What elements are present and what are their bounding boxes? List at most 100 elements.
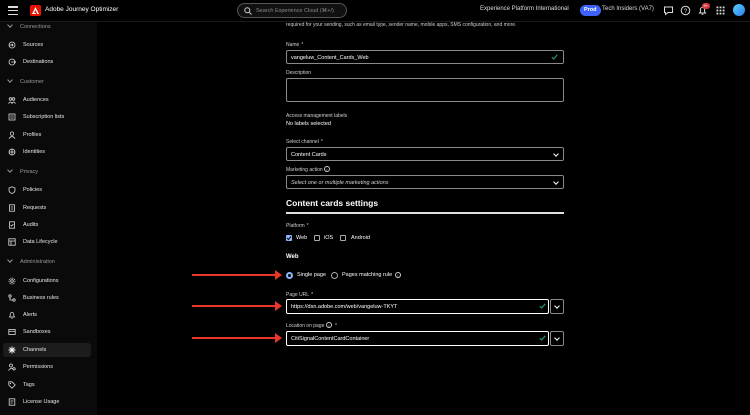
sidebar-item-data-lifecycle[interactable]: Data Lifecycle (3, 235, 91, 249)
single-page-radio[interactable] (286, 272, 293, 279)
sidebar-item-business-rules[interactable]: Business rules (3, 291, 91, 305)
page-url-label: Page URL * (286, 292, 314, 298)
platform-web-checkbox[interactable] (286, 235, 292, 241)
app-title[interactable]: Adobe Journey Optimizer (45, 6, 118, 13)
web-heading: Web (286, 254, 299, 260)
alert-bell-icon (8, 312, 16, 319)
sidebar-item-channels[interactable]: Channels (3, 343, 91, 357)
page-url-field[interactable]: https://dsn.adobe.com/web/vangeluw-TKYT (286, 299, 549, 314)
annotation-arrow (192, 333, 282, 343)
business-rules-icon (8, 294, 16, 302)
license-usage-icon (8, 398, 16, 406)
sidebar-item-sources[interactable]: Sources (3, 38, 91, 52)
pages-matching-rule-radio[interactable] (331, 272, 338, 279)
sidebar-item-identities[interactable]: Identities (3, 145, 91, 159)
audiences-icon (8, 97, 16, 104)
valid-check-icon (551, 54, 558, 60)
page-url-value: https://dsn.adobe.com/web/vangeluw-TKYT (291, 303, 398, 310)
single-page-label: Single page (297, 272, 327, 278)
requests-icon (9, 204, 15, 212)
platform-ios-checkbox[interactable] (314, 235, 320, 241)
sidebar-item-audiences[interactable]: Audiences (3, 93, 91, 107)
sidebar-item-destinations[interactable]: Destinations (3, 55, 91, 69)
access-labels-value: No labels selected (286, 121, 331, 127)
name-value: vangeluw_Content_Cards_Web (291, 54, 369, 61)
valid-check-icon (539, 303, 546, 309)
pages-matching-rule-label: Pages matching rule (342, 272, 393, 278)
sidebar-section-connections[interactable]: Connections (7, 21, 51, 30)
intro-text: required for your sending, such as email… (286, 22, 517, 28)
description-label: Description (286, 70, 312, 76)
sources-icon (8, 41, 16, 49)
info-icon[interactable]: i (395, 272, 401, 278)
annotation-arrow (192, 270, 282, 280)
sidebar-section-customer[interactable]: Customer (7, 76, 44, 85)
top-bar: Adobe Journey Optimizer Search Experienc… (0, 0, 750, 22)
location-dropdown-button[interactable] (550, 331, 564, 346)
sidebar-item-sandboxes[interactable]: Sandboxes (3, 325, 91, 339)
chevron-down-icon (7, 256, 13, 263)
sidebar-section-administration[interactable]: Administration (7, 256, 55, 265)
sidebar-item-configurations[interactable]: Configurations (3, 274, 91, 288)
permissions-icon (8, 363, 16, 371)
name-field[interactable]: vangeluw_Content_Cards_Web (286, 50, 564, 64)
sidebar-item-audits[interactable]: Audits (3, 218, 91, 232)
description-field[interactable] (286, 78, 564, 102)
platform-android-label: Android (351, 235, 370, 241)
search-input[interactable]: Search Experience Cloud (⌘+/) (237, 3, 347, 18)
sidebar: Connections Sources Destinations Custome… (0, 21, 97, 415)
marketing-action-label: Marketing action (286, 167, 323, 173)
location-required-mark: * (335, 323, 337, 329)
menu-icon[interactable] (8, 6, 18, 16)
search-icon (244, 7, 252, 15)
channel-value: Content Cards (291, 151, 327, 158)
channels-icon (8, 346, 16, 354)
sidebar-item-policies[interactable]: Policies (3, 183, 91, 197)
location-field[interactable]: CitiSignalContentCardContainer (286, 331, 549, 346)
page-url-dropdown-button[interactable] (550, 299, 564, 314)
chevron-down-icon (7, 166, 13, 173)
platform-android-checkbox[interactable] (340, 235, 346, 241)
chevron-down-icon (553, 151, 559, 157)
sandboxes-icon (8, 329, 16, 335)
notification-badge: 9+ (702, 3, 710, 9)
org-switcher[interactable]: Experience Platform International (480, 6, 569, 12)
data-lifecycle-icon (8, 238, 16, 246)
platform-label: Platform * (286, 223, 309, 229)
sidebar-item-alerts[interactable]: Alerts (3, 308, 91, 322)
feedback-icon[interactable] (663, 5, 674, 16)
marketing-action-select[interactable]: Select one or multiple marketing actions (286, 175, 564, 189)
checkmark-icon (286, 236, 292, 241)
marketing-action-placeholder: Select one or multiple marketing actions (291, 179, 389, 186)
platform-ios-label: iOS (324, 235, 334, 241)
adobe-logo-icon (30, 5, 41, 16)
env-badge[interactable]: Prod (580, 5, 601, 16)
avatar[interactable] (733, 4, 745, 16)
info-icon[interactable]: i (326, 322, 332, 328)
name-label: Name * (286, 42, 304, 48)
platform-web-label: Web (296, 235, 308, 241)
profile-icon (8, 131, 16, 139)
help-icon[interactable]: ? (680, 5, 691, 16)
sidebar-item-profiles[interactable]: Profiles (3, 128, 91, 142)
sidebar-item-license-usage[interactable]: License Usage (3, 395, 91, 409)
channel-select[interactable]: Content Cards (286, 147, 564, 161)
sidebar-item-requests[interactable]: Requests (3, 201, 91, 215)
main-panel: required for your sending, such as email… (97, 22, 750, 415)
sidebar-section-privacy[interactable]: Privacy (7, 166, 38, 175)
sandbox-switcher[interactable]: Tech Insiders (VA7) (602, 6, 654, 12)
sidebar-item-tags[interactable]: Tags (3, 378, 91, 392)
chevron-down-icon (7, 76, 13, 83)
identities-icon (8, 148, 16, 156)
chevron-down-icon (7, 21, 13, 28)
sidebar-item-permissions[interactable]: Permissions (3, 360, 91, 374)
policies-icon (8, 186, 16, 194)
info-icon[interactable]: i (324, 166, 330, 172)
chevron-down-icon (553, 179, 559, 185)
access-labels-label: Access management labels (286, 113, 348, 119)
location-label: Location on page (286, 323, 325, 329)
apps-grid-icon[interactable] (715, 5, 726, 16)
settings-heading: Content cards settings (286, 198, 379, 208)
sidebar-item-subscription-lists[interactable]: Subscription lists (3, 110, 91, 124)
valid-check-icon (539, 335, 546, 341)
